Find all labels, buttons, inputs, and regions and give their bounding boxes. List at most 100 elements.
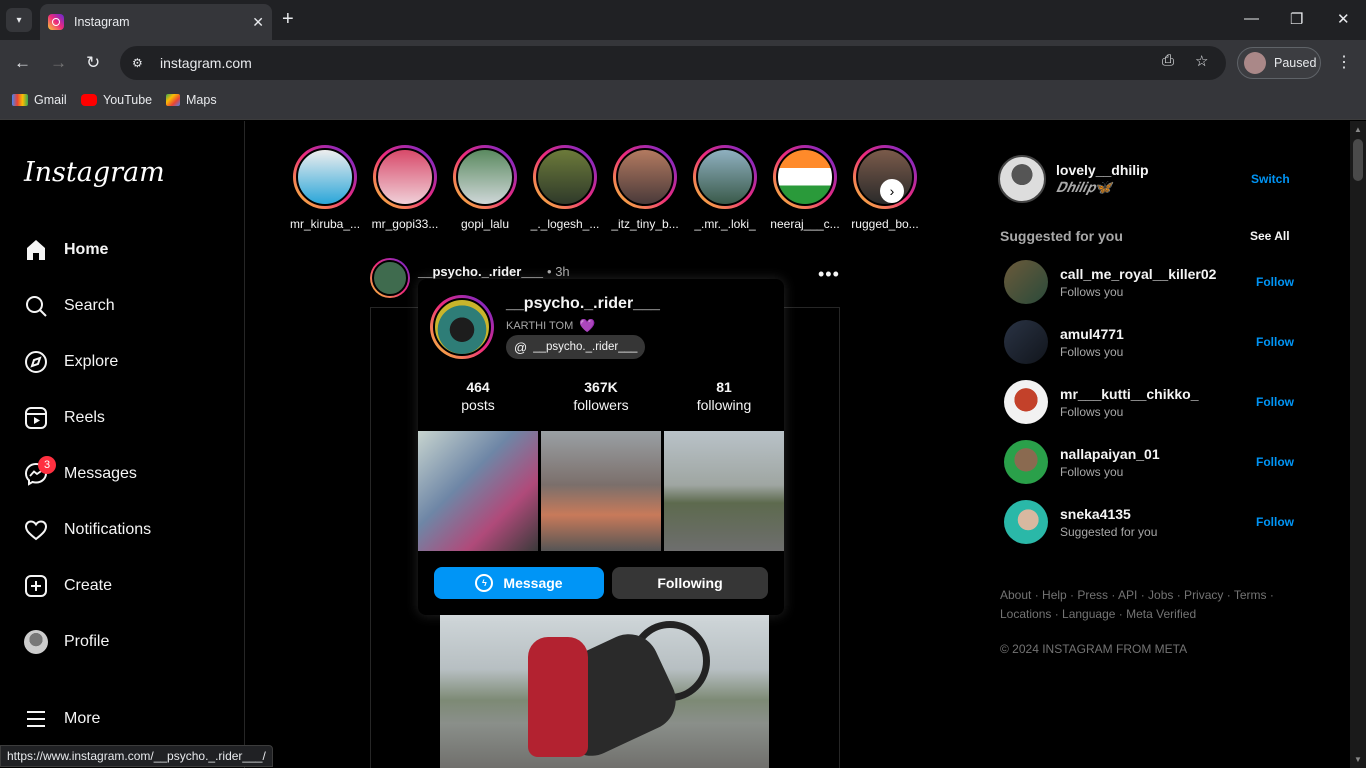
story-item[interactable]: mr_kiruba_...	[290, 145, 360, 231]
following-stat[interactable]: 81 following	[664, 379, 784, 413]
address-bar[interactable]: ⚙ instagram.com	[120, 46, 1226, 80]
heart-icon	[24, 518, 48, 542]
footer-links-line[interactable]: Locations · Language · Meta Verified	[1000, 605, 1280, 624]
stat-label: followers	[573, 397, 629, 413]
footer-links-line[interactable]: About · Help · Press · API · Jobs · Priv…	[1000, 586, 1280, 605]
current-account-username[interactable]: lovely__dhilip	[1056, 162, 1149, 178]
page-scrollbar[interactable]: ▲ ▼	[1350, 121, 1366, 768]
browser-toolbar: ← → ↻ ⚙ instagram.com ⎙ ☆ Paused ⋮	[0, 40, 1366, 86]
follow-button[interactable]: Follow	[1256, 515, 1294, 529]
post-more-options-icon[interactable]: •••	[818, 264, 840, 285]
link-status-bar: https://www.instagram.com/__psycho._.rid…	[0, 745, 273, 767]
threads-badge[interactable]: @ __psycho._.rider___	[506, 335, 646, 359]
suggestion-row: mr___kutti__chikko_ Follows you Follow	[1004, 380, 1294, 424]
address-bar-url[interactable]: instagram.com	[160, 55, 252, 71]
sidebar-item-reels[interactable]: Reels	[24, 406, 105, 430]
story-item[interactable]: mr_gopi33...	[370, 145, 440, 231]
suggestion-avatar[interactable]	[1004, 320, 1048, 364]
recent-post-thumbnail[interactable]	[418, 431, 538, 551]
site-info-icon[interactable]: ⚙	[132, 56, 150, 70]
see-all-link[interactable]: See All	[1250, 229, 1290, 243]
suggestion-avatar[interactable]	[1004, 500, 1048, 544]
bookmark-gmail[interactable]: Gmail	[12, 93, 67, 107]
story-item[interactable]: neeraj___c...	[770, 145, 840, 231]
scroll-up-arrow-icon[interactable]: ▲	[1354, 125, 1362, 134]
browser-tab-instagram[interactable]: Instagram ✕	[40, 4, 272, 40]
follow-button[interactable]: Follow	[1256, 455, 1294, 469]
footer-links: About · Help · Press · API · Jobs · Priv…	[1000, 586, 1280, 624]
suggestion-username[interactable]: mr___kutti__chikko_	[1060, 386, 1256, 402]
recent-post-thumbnail[interactable]	[664, 431, 784, 551]
left-sidebar: Instagram Home Search Explore Reels 3 Me…	[0, 121, 245, 768]
sidebar-item-home[interactable]: Home	[24, 238, 108, 262]
restore-window-icon[interactable]: ❐	[1290, 10, 1303, 28]
sidebar-item-create[interactable]: Create	[24, 574, 112, 598]
story-item[interactable]: _._logesh_...	[530, 145, 600, 231]
messenger-icon: ϟ	[475, 574, 494, 592]
post-timestamp: • 3h	[547, 263, 570, 279]
story-username: neeraj___c...	[770, 217, 840, 231]
following-button[interactable]: Following	[612, 567, 768, 599]
stat-label: posts	[461, 397, 495, 413]
suggestion-avatar[interactable]	[1004, 380, 1048, 424]
post-author-username[interactable]: __psycho._.rider___	[418, 264, 543, 279]
browser-menu-icon[interactable]: ⋮	[1336, 52, 1352, 72]
browser-profile-button[interactable]: Paused	[1237, 47, 1321, 79]
close-window-icon[interactable]: ✕	[1337, 10, 1350, 28]
hover-card-fullname: KARTHI TOM 💜	[506, 318, 595, 334]
new-tab-button[interactable]: +	[282, 8, 294, 31]
suggestion-username[interactable]: call_me_royal__killer02	[1060, 266, 1256, 282]
minimize-window-icon[interactable]: —	[1244, 10, 1259, 27]
install-app-icon[interactable]: ⎙	[1162, 52, 1174, 69]
story-item[interactable]: _itz_tiny_b...	[610, 145, 680, 231]
sidebar-item-messages[interactable]: 3 Messages	[24, 456, 137, 486]
scrollbar-thumb[interactable]	[1353, 139, 1363, 181]
post-author-avatar[interactable]	[370, 258, 410, 298]
stat-number: 464	[466, 379, 490, 395]
instagram-favicon-icon	[48, 14, 64, 30]
sidebar-item-notifications[interactable]: Notifications	[24, 518, 151, 542]
sidebar-item-explore[interactable]: Explore	[24, 350, 118, 374]
story-item[interactable]: gopi_lalu	[450, 145, 520, 231]
suggestion-username[interactable]: nallapaiyan_01	[1060, 446, 1256, 462]
suggestion-avatar[interactable]	[1004, 260, 1048, 304]
messenger-icon: 3	[24, 456, 56, 486]
follow-button[interactable]: Follow	[1256, 275, 1294, 289]
reload-icon[interactable]: ↻	[86, 53, 100, 73]
hover-card-username[interactable]: __psycho._.rider___	[506, 295, 660, 313]
gmail-icon	[12, 94, 28, 106]
suggestion-username[interactable]: sneka4135	[1060, 506, 1256, 522]
story-item[interactable]: _.mr._.loki_	[690, 145, 760, 231]
threads-icon: @	[514, 339, 528, 355]
bookmark-maps[interactable]: Maps	[166, 93, 217, 107]
full-name-text: KARTHI TOM	[506, 320, 574, 332]
sidebar-item-profile[interactable]: Profile	[24, 630, 109, 654]
tab-search-button[interactable]: ▾	[6, 8, 32, 32]
suggestion-avatar[interactable]	[1004, 440, 1048, 484]
sidebar-item-search[interactable]: Search	[24, 294, 115, 318]
bookmark-youtube[interactable]: YouTube	[81, 93, 152, 107]
back-arrow-icon[interactable]: ←	[14, 53, 31, 73]
stories-next-chevron-icon[interactable]: ›	[880, 179, 904, 203]
story-avatar	[616, 148, 674, 206]
hover-card-avatar[interactable]	[430, 295, 494, 359]
profile-status: Paused	[1274, 56, 1317, 70]
message-button[interactable]: ϟ Message	[434, 567, 604, 599]
scroll-down-arrow-icon[interactable]: ▼	[1354, 755, 1362, 764]
followers-stat[interactable]: 367K followers	[541, 379, 661, 413]
follow-button[interactable]: Follow	[1256, 395, 1294, 409]
current-account-avatar[interactable]	[998, 155, 1046, 203]
chevron-down-icon: ▾	[16, 14, 22, 26]
follow-button[interactable]: Follow	[1256, 335, 1294, 349]
forward-arrow-icon[interactable]: →	[50, 53, 67, 73]
post-image-rider	[528, 637, 588, 757]
copyright-text: © 2024 INSTAGRAM FROM META	[1000, 642, 1188, 656]
sidebar-item-more[interactable]: More	[24, 707, 100, 731]
bookmark-star-icon[interactable]: ☆	[1195, 52, 1208, 70]
close-tab-icon[interactable]: ✕	[252, 14, 264, 31]
post-image[interactable]	[440, 615, 769, 768]
recent-post-thumbnail[interactable]	[541, 431, 661, 551]
instagram-logo[interactable]: Instagram	[24, 157, 165, 188]
switch-account-button[interactable]: Switch	[1251, 172, 1290, 186]
suggestion-username[interactable]: amul4771	[1060, 326, 1256, 342]
